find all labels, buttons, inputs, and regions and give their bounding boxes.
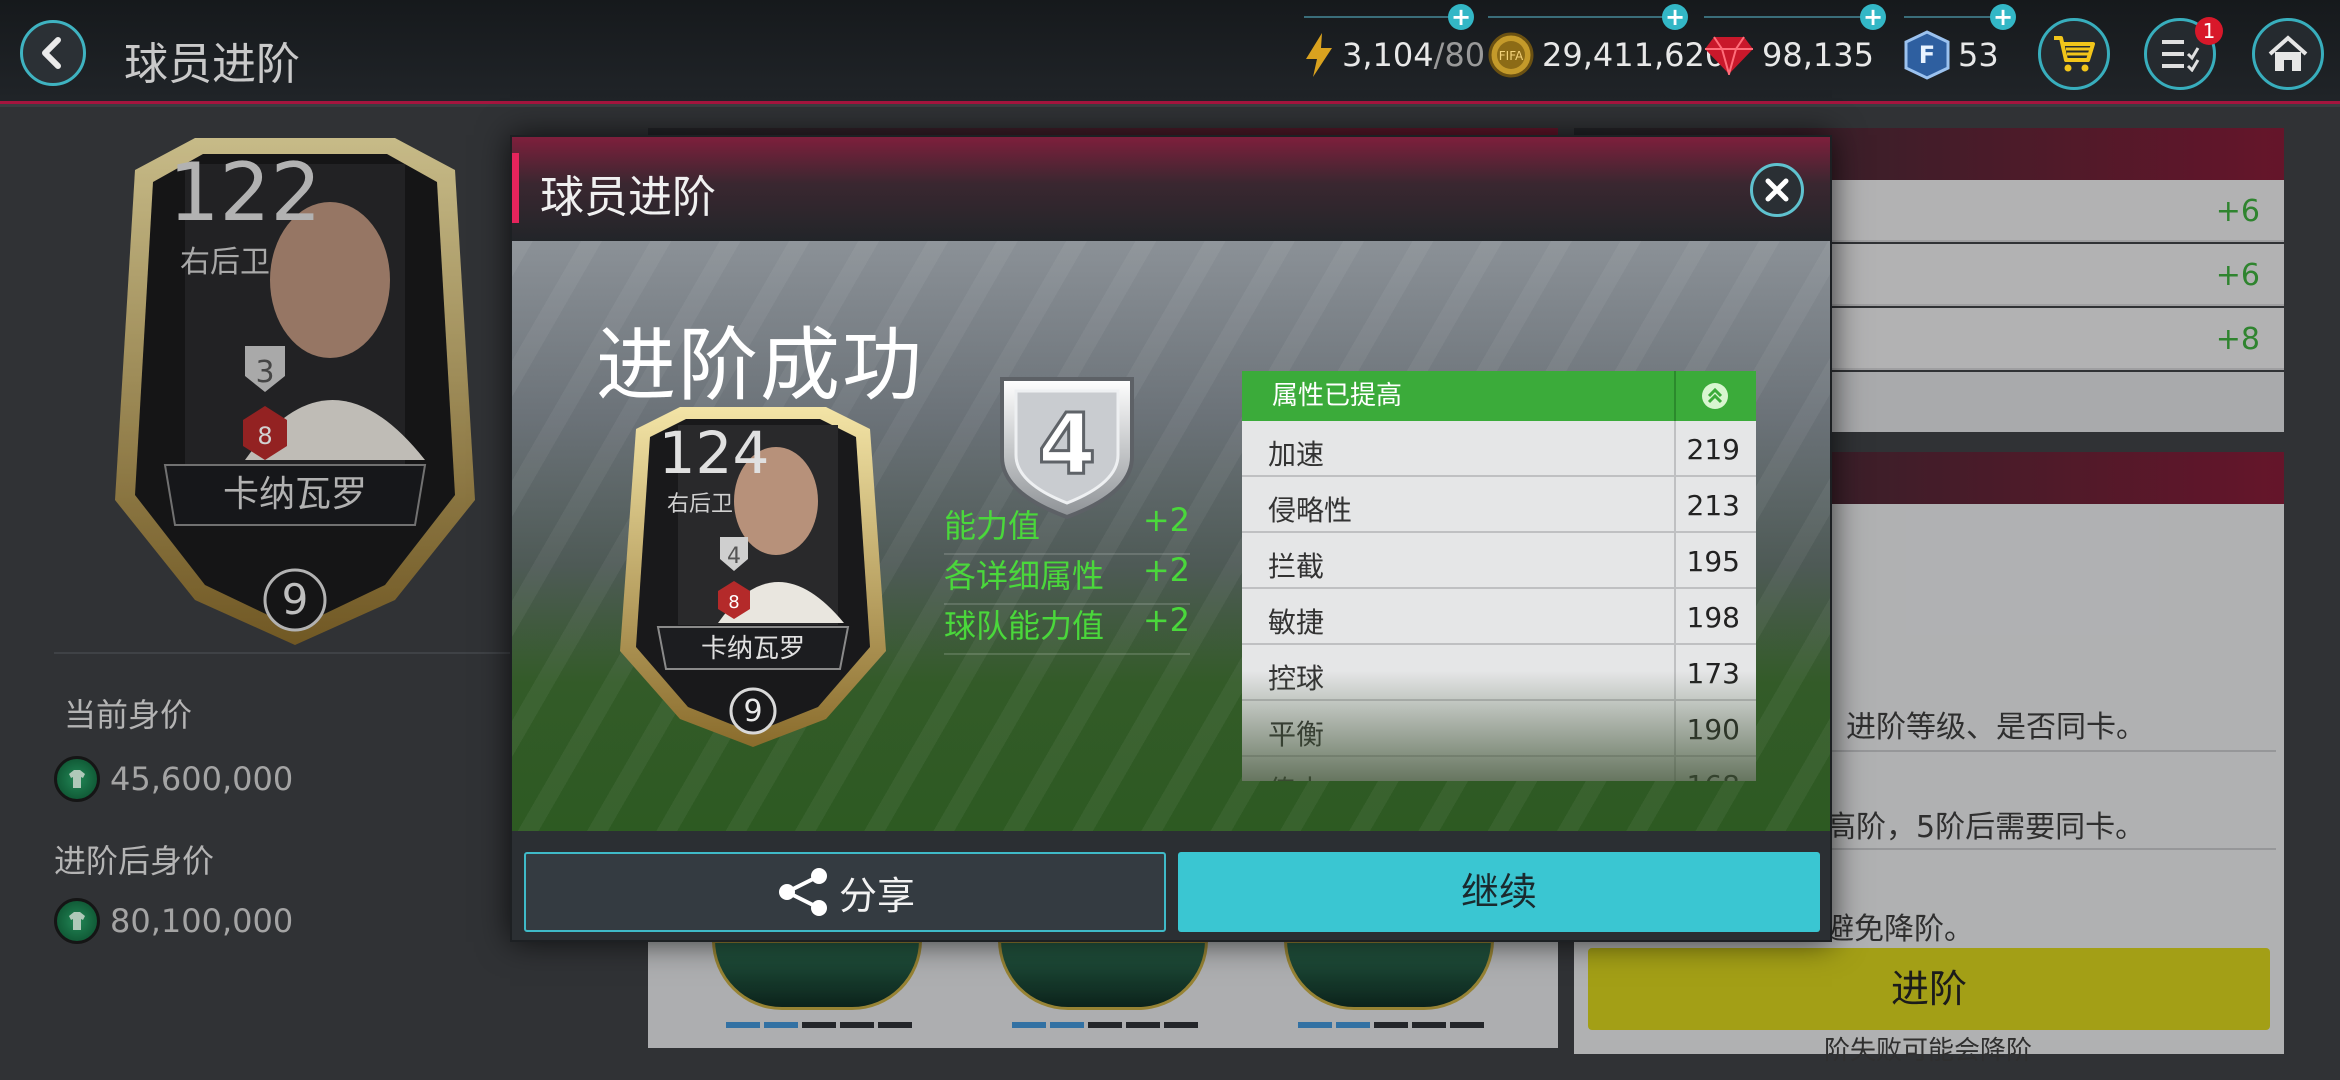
share-button[interactable]: 分享: [524, 852, 1166, 932]
svg-text:F: F: [1919, 41, 1935, 69]
gain-row-team: 球队能力值 +2: [944, 601, 1190, 655]
attributes-header-label: 属性已提高: [1272, 381, 1403, 411]
attribute-value: 219: [1686, 433, 1740, 466]
gems-plus-button[interactable]: +: [1860, 4, 1886, 30]
share-label: 分享: [838, 873, 915, 918]
gain-value: +2: [1142, 501, 1190, 539]
rank-shield-icon: 4: [1000, 377, 1134, 520]
attributes-header: 属性已提高: [1242, 371, 1756, 421]
new-card-rank: 4: [727, 544, 741, 569]
dialog-title: 球员进阶: [540, 172, 716, 223]
points-plus-button[interactable]: +: [1990, 4, 2016, 30]
home-button[interactable]: [2252, 18, 2324, 90]
svg-text:FIFA: FIFA: [1499, 49, 1524, 63]
energy-counter[interactable]: + 3,104/80: [1304, 4, 1486, 80]
energy-value: 3,104: [1342, 36, 1434, 74]
attribute-row: 侵略性 213: [1242, 477, 1756, 533]
task-list-icon: [2162, 40, 2200, 72]
continue-button[interactable]: 继续: [1178, 852, 1820, 932]
new-card-number: 9: [743, 694, 762, 729]
attribute-value: 198: [1686, 601, 1740, 634]
gems-counter[interactable]: + 98,135: [1704, 4, 1886, 80]
fifa-points-icon: F: [1904, 30, 1950, 80]
share-icon: [778, 868, 827, 916]
upgraded-player-card: 124 右后卫 4 8 卡纳瓦罗 9: [620, 407, 886, 747]
gain-label: 能力值: [944, 507, 1041, 545]
store-button[interactable]: [2038, 18, 2110, 90]
energy-max: /80: [1433, 36, 1486, 74]
coins-value: 29,411,620: [1542, 36, 1726, 74]
close-icon: [1765, 178, 1789, 202]
home-icon: [2268, 35, 2308, 71]
new-rank-value: 4: [1038, 395, 1096, 493]
dialog-header: 球员进阶: [512, 137, 1830, 241]
coins-plus-button[interactable]: +: [1662, 4, 1688, 30]
gain-value: +2: [1142, 551, 1190, 589]
page-title: 球员进阶: [124, 39, 300, 90]
coins-counter[interactable]: + FIFA 29,411,620: [1488, 4, 1726, 80]
scroll-fade: [1242, 671, 1756, 781]
energy-bolt-icon: [1304, 33, 1334, 77]
tasks-button[interactable]: 1: [2144, 17, 2223, 90]
fifa-coin-icon: FIFA: [1488, 32, 1534, 78]
notification-badge: 1: [2195, 17, 2223, 45]
gain-label: 球队能力值: [944, 607, 1105, 645]
attribute-name: 敏捷: [1268, 606, 1325, 639]
attribute-value: 195: [1686, 545, 1740, 578]
new-card-player-name: 卡纳瓦罗: [701, 634, 805, 664]
attribute-name: 加速: [1268, 438, 1325, 471]
new-card-team-level: 8: [728, 592, 739, 613]
attribute-row: 拦截 195: [1242, 533, 1756, 589]
gain-row-rating: 能力值 +2: [944, 501, 1190, 555]
gem-icon: [1704, 35, 1754, 75]
gain-row-attributes: 各详细属性 +2: [944, 551, 1190, 605]
result-stage: 进阶成功 124 右后卫 4 8 卡纳瓦罗 9 4 能力值 +2 各详细属性 +…: [512, 241, 1830, 831]
attribute-row: 加速 219: [1242, 421, 1756, 477]
advance-result-dialog: 球员进阶 进阶成功 124 右后卫 4 8 卡纳瓦罗 9 4 能力值 +2 各详…: [510, 135, 1832, 942]
attribute-row: 敏捷 198: [1242, 589, 1756, 645]
attribute-name: 侵略性: [1268, 494, 1353, 527]
header-separator: [1674, 371, 1676, 421]
fifa-points-counter[interactable]: + F 53: [1904, 4, 2016, 80]
gems-value: 98,135: [1762, 36, 1874, 74]
back-arrow-icon: [42, 37, 61, 69]
header-accent: [512, 153, 519, 223]
cart-icon: [2054, 36, 2095, 72]
new-card-position: 右后卫: [667, 492, 733, 517]
gain-label: 各详细属性: [944, 557, 1105, 595]
top-bar: 球员进阶 + 3,104/80 + FIFA 29,411,620 + 98,1…: [0, 0, 2340, 104]
attribute-value: 213: [1686, 489, 1740, 522]
chevron-double-up-icon: [1702, 383, 1728, 409]
back-button[interactable]: [20, 20, 86, 86]
new-card-rating: 124: [659, 419, 770, 487]
close-button[interactable]: [1750, 163, 1804, 217]
energy-plus-button[interactable]: +: [1448, 4, 1474, 30]
gain-value: +2: [1142, 601, 1190, 639]
success-title: 进阶成功: [596, 319, 924, 412]
attribute-name: 拦截: [1268, 550, 1325, 583]
improved-attributes-table[interactable]: 属性已提高 加速219 侵略性213 拦截195 敏捷198 控球173 平衡1…: [1242, 371, 1756, 781]
fifa-points-value: 53: [1958, 36, 1999, 74]
